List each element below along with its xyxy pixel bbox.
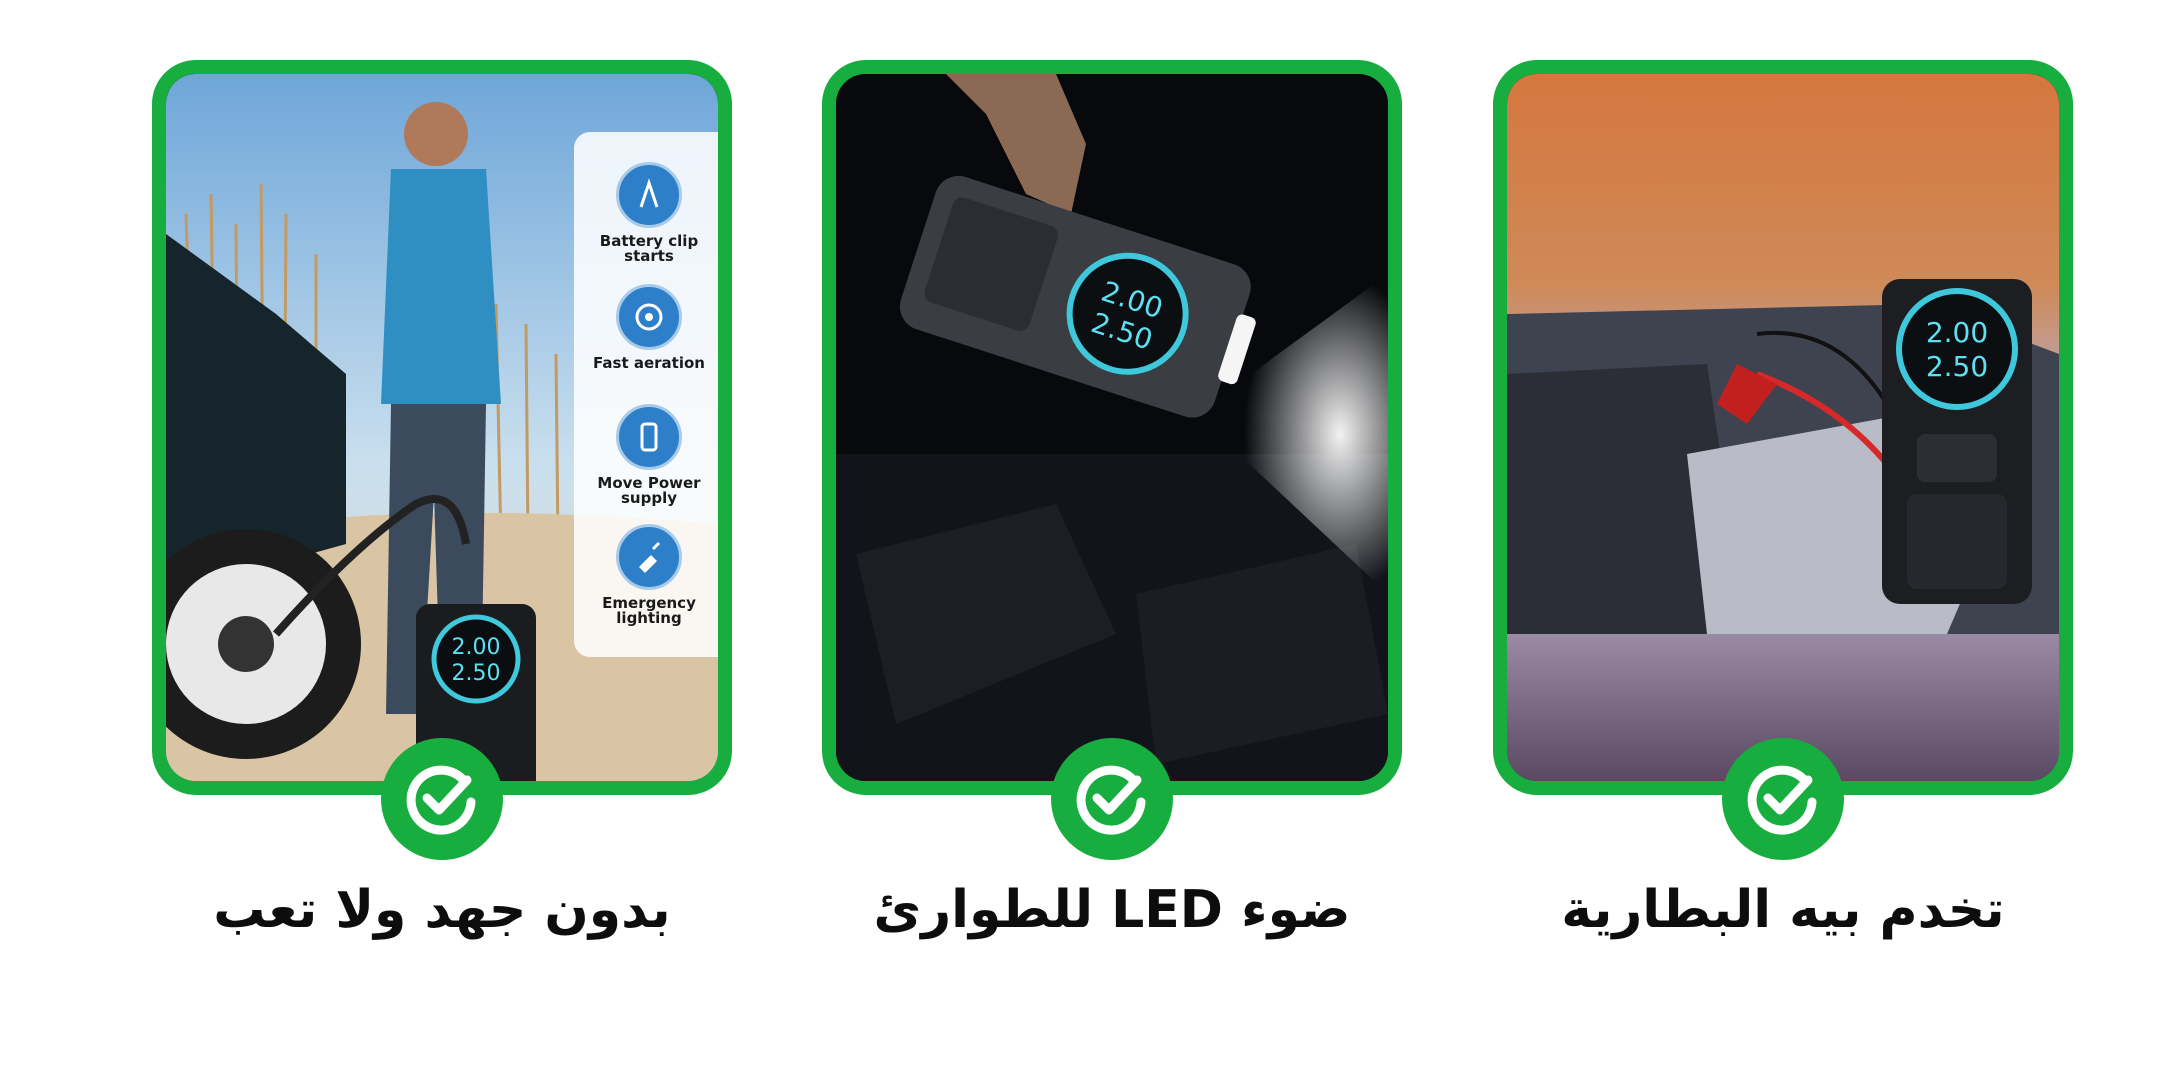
phone-charge-icon bbox=[616, 404, 682, 470]
caption-led-light: ضوء LED للطوارئ bbox=[873, 880, 1351, 940]
feature-card-no-effort: 2.00 2.50 Battery clip starts Fast aerat… bbox=[152, 60, 732, 795]
feature-label: Move Power supply bbox=[597, 474, 701, 507]
feature-item: Move Power supply bbox=[574, 404, 718, 507]
check-circle-icon bbox=[381, 738, 503, 860]
feature-label: Emergency lighting bbox=[602, 594, 696, 627]
check-circle-icon bbox=[1722, 738, 1844, 860]
feature-card-led-light: 2.00 2.50 bbox=[822, 60, 1402, 795]
device-reading-bottom: 2.50 bbox=[1926, 350, 1988, 383]
feature-item: Fast aeration bbox=[574, 284, 718, 372]
clamp-icon bbox=[616, 162, 682, 228]
caption-battery-service: تخدم بيه البطارية bbox=[1561, 880, 2005, 940]
feature-item: Emergency lighting bbox=[574, 524, 718, 627]
product-photo-engine-bay: 2.00 2.50 bbox=[1507, 74, 2059, 781]
feature-label: Fast aeration bbox=[593, 354, 705, 372]
feature-item: Battery clip starts bbox=[574, 162, 718, 265]
feature-label: Battery clip starts bbox=[599, 232, 699, 265]
device-reading-top: 2.00 bbox=[452, 635, 501, 660]
fan-icon bbox=[616, 284, 682, 350]
device-reading-bottom: 2.50 bbox=[452, 661, 501, 686]
check-circle-icon bbox=[1051, 738, 1173, 860]
product-photo-engine-dark: 2.00 2.50 bbox=[836, 74, 1388, 781]
feature-card-battery-service: 2.00 2.50 bbox=[1493, 60, 2073, 795]
feature-list-panel: Battery clip starts Fast aeration Move P… bbox=[574, 132, 718, 657]
flashlight-icon bbox=[616, 524, 682, 590]
device-reading-top: 2.00 bbox=[1926, 316, 1988, 349]
caption-no-effort: بدون جهد ولا تعب bbox=[213, 880, 671, 940]
